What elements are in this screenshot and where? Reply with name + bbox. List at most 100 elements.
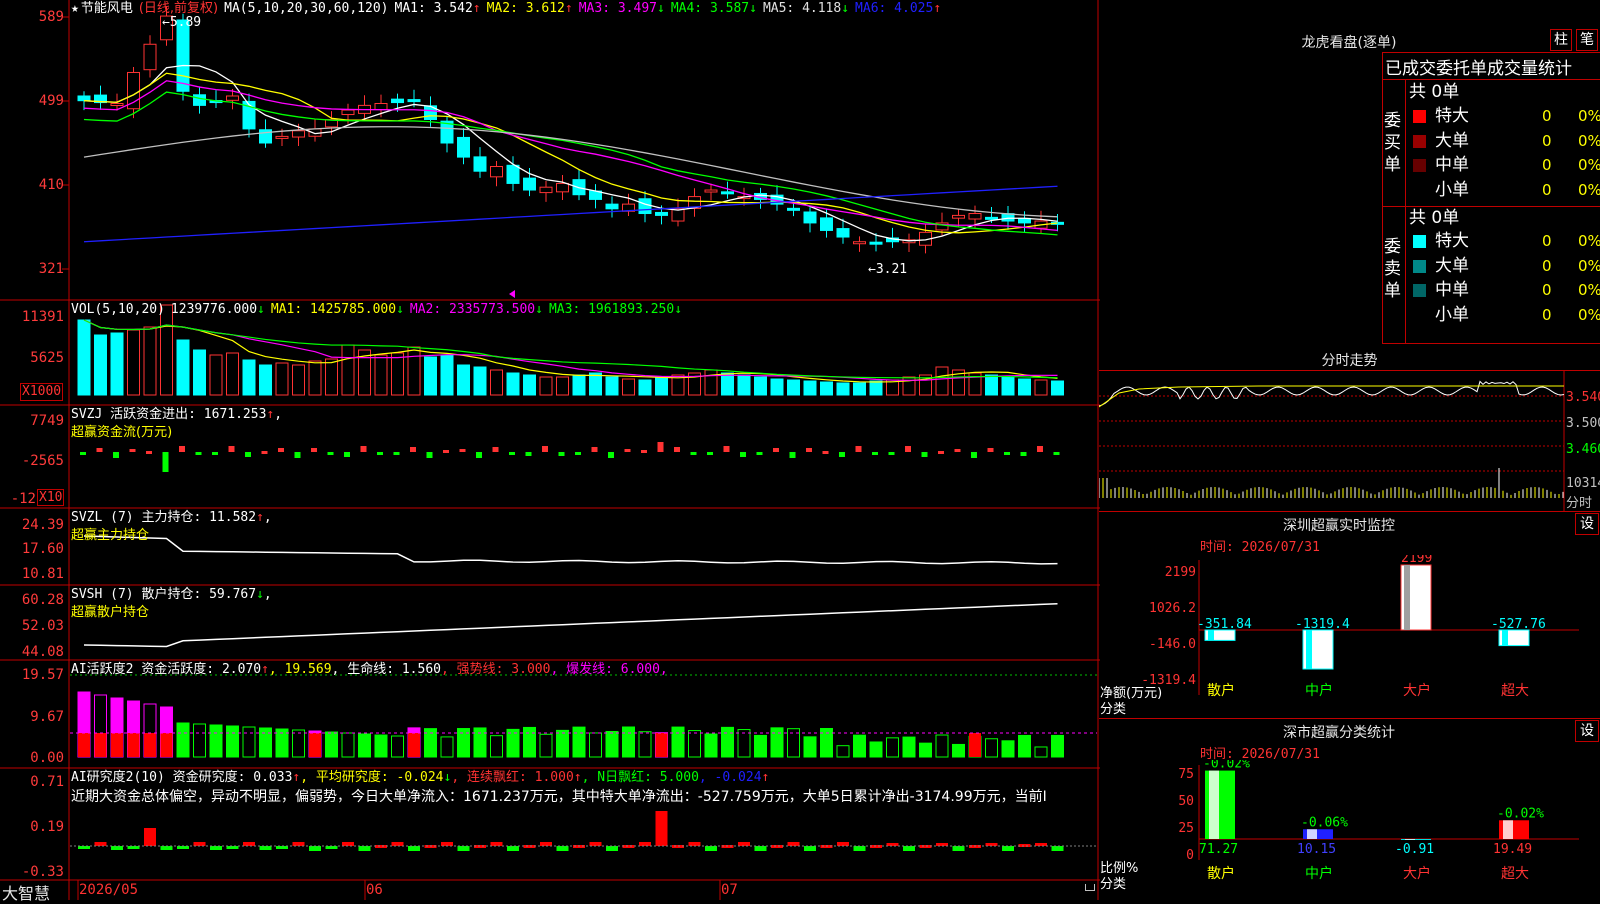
chart-area[interactable]: ★ 节能风电 (日线,前复权) MA(5,10,20,30,60,120) MA1: 3… <box>0 0 1100 903</box>
research-bar <box>1002 846 1014 851</box>
flow-bar <box>129 449 136 452</box>
activity-red-segment <box>655 733 668 757</box>
bar-toggle-button[interactable]: 柱 <box>1550 29 1572 51</box>
candle-body <box>869 241 883 245</box>
svzl-title: SVZL (7) 主力持仓: 11.582 <box>71 510 257 525</box>
classify-settings-button[interactable]: 设 <box>1575 720 1599 742</box>
volume-bar <box>143 326 157 396</box>
volume-bar <box>473 366 487 396</box>
candle-body <box>523 177 536 191</box>
classify-category-label: 散户 <box>1207 865 1235 882</box>
svzl-tick-top: 24.39 <box>21 517 64 533</box>
date-label-jul: 07 <box>721 882 738 898</box>
vol-header: VOL(5,10,20) 1239776.000↓ MA1: 1425785.000… <box>71 302 688 317</box>
volume-bar <box>605 376 619 396</box>
sell-total: 共 0单 <box>1409 208 1460 228</box>
price-candles <box>77 5 1064 254</box>
cursor-marker-icon <box>509 290 515 298</box>
monitor-tick-2: -146.0 <box>1149 637 1196 652</box>
monitor-category-label: 大户 <box>1403 682 1431 699</box>
intraday-chart[interactable] <box>1099 371 1600 511</box>
flow-bar <box>294 452 301 458</box>
flow-bar <box>311 448 317 452</box>
classify-change-label: -0.02% <box>1203 760 1250 772</box>
flow-bar <box>1053 452 1060 455</box>
ma5-value: MA5: 4.118 <box>762 1 842 16</box>
ma6-line <box>83 185 1058 243</box>
category-count: 0 <box>1542 305 1552 324</box>
volume-bar <box>127 329 140 396</box>
flow-bar <box>839 452 845 457</box>
monitor-bar-group: -527.76 超大 <box>1491 617 1546 699</box>
svzj-tick-mid: -2565 <box>21 453 64 469</box>
research-bar <box>490 842 503 846</box>
research-bar <box>771 845 783 848</box>
research-bar <box>1051 846 1064 851</box>
candle-body <box>539 186 553 194</box>
candle-body <box>952 214 965 219</box>
ai2-avg: , 平均研究度: -0.024 <box>300 770 444 785</box>
volume-bar <box>209 354 223 396</box>
activity-bar <box>358 733 371 758</box>
monitor-bar-shade <box>1502 630 1508 646</box>
activity-bar <box>292 729 305 758</box>
ai1-header: AI活跃度2 资金活跃度: 2.070↑, 19.569, 生命线: 1.560… <box>71 662 674 677</box>
research-bar <box>226 846 239 849</box>
activity-red-segment <box>160 733 173 757</box>
monitor-bar-group: -351.84 散户 <box>1197 617 1252 699</box>
orderbook-tab[interactable]: 已成交委托单成交量统计 <box>1385 54 1600 79</box>
candle-body <box>275 135 289 139</box>
flow-bar <box>1020 452 1027 456</box>
intraday-vol-tick: 10314 <box>1566 476 1600 491</box>
research-bar <box>375 845 387 848</box>
candle-body <box>292 130 305 138</box>
intraday-title: 分时走势 <box>1321 353 1378 369</box>
activity-bar <box>985 738 998 758</box>
svzj-tick-low: -12 <box>10 491 36 507</box>
lock-icon[interactable] <box>1085 884 1095 891</box>
activity-bar <box>869 741 883 758</box>
monitor-settings-button[interactable]: 设 <box>1575 513 1599 535</box>
volume-bar <box>160 304 173 396</box>
research-bar <box>210 846 222 850</box>
sell-label: 委卖单 <box>1384 237 1401 301</box>
flow-bar <box>938 451 944 454</box>
volume-bar <box>193 349 206 396</box>
research-bar <box>111 846 123 850</box>
intraday-vol-label: 分时 <box>1566 496 1593 511</box>
ma5-line <box>83 126 1058 218</box>
ma6-value: MA6: 4.025 <box>855 1 934 16</box>
monitor-value-label: -527.76 <box>1491 617 1546 632</box>
flow-bar <box>459 449 466 452</box>
flow-bar <box>789 452 796 458</box>
classify-bar-group: -0.02% 19.49 超大 <box>1493 806 1544 882</box>
ma-lines <box>83 64 1058 243</box>
activity-bar <box>1018 734 1031 758</box>
volume-bar <box>836 382 850 396</box>
flow-bar <box>443 450 449 453</box>
research-bar <box>391 842 404 846</box>
category-swatch <box>1413 259 1426 273</box>
volume-bar <box>721 372 734 396</box>
category-swatch <box>1413 183 1426 197</box>
stock-name: 节能风电 <box>80 1 133 16</box>
activity-red-segment <box>144 733 156 757</box>
category-swatch <box>1413 134 1426 148</box>
monitor-value-label: 2199 <box>1401 555 1432 566</box>
flow-bar <box>822 451 829 454</box>
ai2-tick-top: 0.71 <box>30 774 64 790</box>
tick-toggle-button[interactable]: 笔 <box>1576 29 1598 51</box>
category-name: 小单 <box>1435 304 1469 325</box>
fund-flow-bars <box>80 442 1060 472</box>
activity-bar <box>919 742 932 758</box>
category-swatch <box>1413 110 1426 123</box>
flow-bar <box>740 452 746 457</box>
category-percent: 0% <box>1578 232 1600 250</box>
activity-bar <box>1051 734 1064 758</box>
chart-canvas[interactable] <box>0 0 1100 900</box>
flow-bar <box>773 448 779 452</box>
svzl-comma: , <box>263 510 272 525</box>
classify-category-label: 超大 <box>1501 866 1529 882</box>
classify-category-label: 大户 <box>1403 865 1431 882</box>
candle-body <box>143 43 157 71</box>
